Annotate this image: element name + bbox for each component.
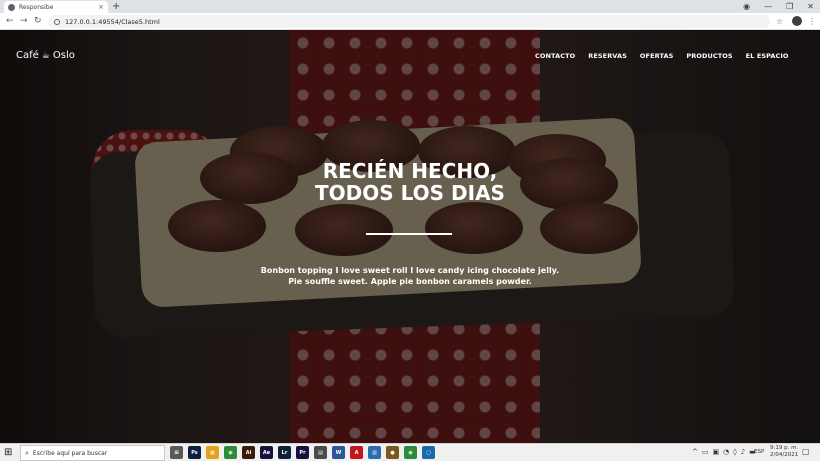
taskbar-app-icon[interactable]: ● — [386, 446, 399, 459]
nav-productos[interactable]: PRODUCTOS — [686, 52, 732, 60]
taskbar-app-icon[interactable]: ◉ — [224, 446, 237, 459]
nav-ofertas[interactable]: OFERTAS — [640, 52, 673, 60]
close-tab-icon[interactable]: × — [98, 3, 104, 11]
coffee-cup-icon: ☕ — [41, 50, 50, 61]
minimize-icon[interactable]: — — [764, 1, 772, 12]
browser-toolbar: ← → ↻ 127.0.0.1:49554/Clase5.html ☆ ⋮ — [0, 13, 820, 30]
bookmark-star-icon[interactable]: ☆ — [776, 15, 783, 28]
close-window-icon[interactable]: ✕ — [807, 1, 814, 12]
profile-avatar-icon[interactable] — [792, 16, 802, 26]
address-bar[interactable]: 127.0.0.1:49554/Clase5.html — [48, 15, 770, 28]
taskbar-app-icon[interactable]: A — [350, 446, 363, 459]
logo-text-oslo: Oslo — [52, 50, 75, 61]
hero-title: RECIÉN HECHO, TODOS LOS DIAS — [0, 160, 820, 204]
tab-responsive[interactable]: Responsibe × — [4, 1, 108, 13]
hero-divider — [366, 233, 452, 235]
info-icon[interactable] — [54, 18, 60, 25]
nav-el-espacio[interactable]: EL ESPACIO — [746, 52, 789, 60]
hero-title-line1: RECIÉN HECHO, — [322, 159, 498, 183]
tray-pen-icon[interactable]: ◊ — [733, 448, 736, 456]
taskbar-app-icon[interactable]: ⊞ — [170, 446, 183, 459]
forward-icon[interactable]: → — [20, 15, 28, 28]
system-tray: ^ ▭ ▣ ◔ ◊ ♪ ▬ — [692, 448, 756, 456]
hero-description: Bonbon topping I love sweet roll I love … — [0, 265, 820, 287]
tray-wifi-icon[interactable]: ◔ — [723, 448, 729, 456]
taskbar-app-icon[interactable]: Ae — [260, 446, 273, 459]
taskbar-app-icon[interactable]: Pr — [296, 446, 309, 459]
taskbar-app-icon[interactable]: Lr — [278, 446, 291, 459]
tray-chevron-icon[interactable]: ^ — [692, 448, 698, 456]
more-menu-icon[interactable]: ⋮ — [808, 15, 816, 28]
language-indicator[interactable]: ESP — [754, 449, 764, 455]
logo-text-cafe: Café — [16, 50, 39, 61]
tray-volume-icon[interactable]: ♪ — [741, 448, 745, 456]
profile-circle-icon[interactable]: ◉ — [743, 1, 750, 12]
hero-section: Café ☕ Oslo CONTACTO RESERVAS OFERTAS PR… — [0, 30, 820, 443]
taskbar-app-icon[interactable]: ◉ — [404, 446, 417, 459]
clock-date: 2/04/2021 — [770, 452, 799, 458]
taskbar-app-icon[interactable]: ▦ — [206, 446, 219, 459]
tray-network-icon[interactable]: ▣ — [713, 448, 720, 456]
hero-text-line1: Bonbon topping I love sweet roll I love … — [260, 266, 560, 275]
search-icon: ⌕ — [25, 448, 29, 457]
notification-icon[interactable]: ▢ — [802, 447, 810, 456]
maximize-icon[interactable]: ❐ — [786, 1, 793, 12]
taskbar-search[interactable]: ⌕ Escribe aquí para buscar — [20, 445, 165, 461]
search-placeholder: Escribe aquí para buscar — [32, 449, 108, 457]
taskbar-app-icon[interactable]: Ai — [242, 446, 255, 459]
clock[interactable]: 9:19 p. m. 2/04/2021 — [770, 445, 798, 459]
window-controls: ◉ — ❐ ✕ — [743, 1, 814, 12]
hero-overlay — [0, 30, 820, 443]
url-text[interactable]: 127.0.0.1:49554/Clase5.html — [65, 18, 160, 26]
main-nav: CONTACTO RESERVAS OFERTAS PRODUCTOS EL E… — [535, 52, 789, 60]
hero-text-line2: Pie souffle sweet. Apple pie bonbon cara… — [288, 277, 532, 286]
taskbar-app-icon[interactable]: W — [332, 446, 345, 459]
globe-icon — [8, 3, 15, 11]
hero-title-line2: TODOS LOS DIAS — [315, 181, 505, 205]
tab-title: Responsibe — [19, 3, 54, 11]
tray-battery-icon[interactable]: ▭ — [702, 448, 709, 456]
taskbar-app-icon[interactable]: ▢ — [422, 446, 435, 459]
new-tab-button[interactable]: + — [112, 1, 120, 12]
windows-start-icon[interactable]: ⊞ — [4, 447, 12, 459]
taskbar: ⊞ ⌕ Escribe aquí para buscar ⊞ Ps ▦ ◉ Ai Ae Lr… — [0, 443, 820, 461]
nav-contacto[interactable]: CONTACTO — [535, 52, 575, 60]
taskbar-apps: ⊞ Ps ▦ ◉ Ai Ae Lr Pr ▤ W A ▥ ● ◉ ▢ — [170, 446, 435, 459]
clock-time: 9:19 p. m. — [770, 445, 799, 451]
reload-icon[interactable]: ↻ — [34, 15, 42, 28]
back-icon[interactable]: ← — [6, 15, 14, 28]
tab-strip: Responsibe × + ◉ — ❐ ✕ — [0, 0, 820, 13]
nav-reservas[interactable]: RESERVAS — [588, 52, 627, 60]
taskbar-app-icon[interactable]: ▤ — [314, 446, 327, 459]
taskbar-app-icon[interactable]: Ps — [188, 446, 201, 459]
taskbar-app-icon[interactable]: ▥ — [368, 446, 381, 459]
site-logo[interactable]: Café ☕ Oslo — [16, 50, 75, 61]
